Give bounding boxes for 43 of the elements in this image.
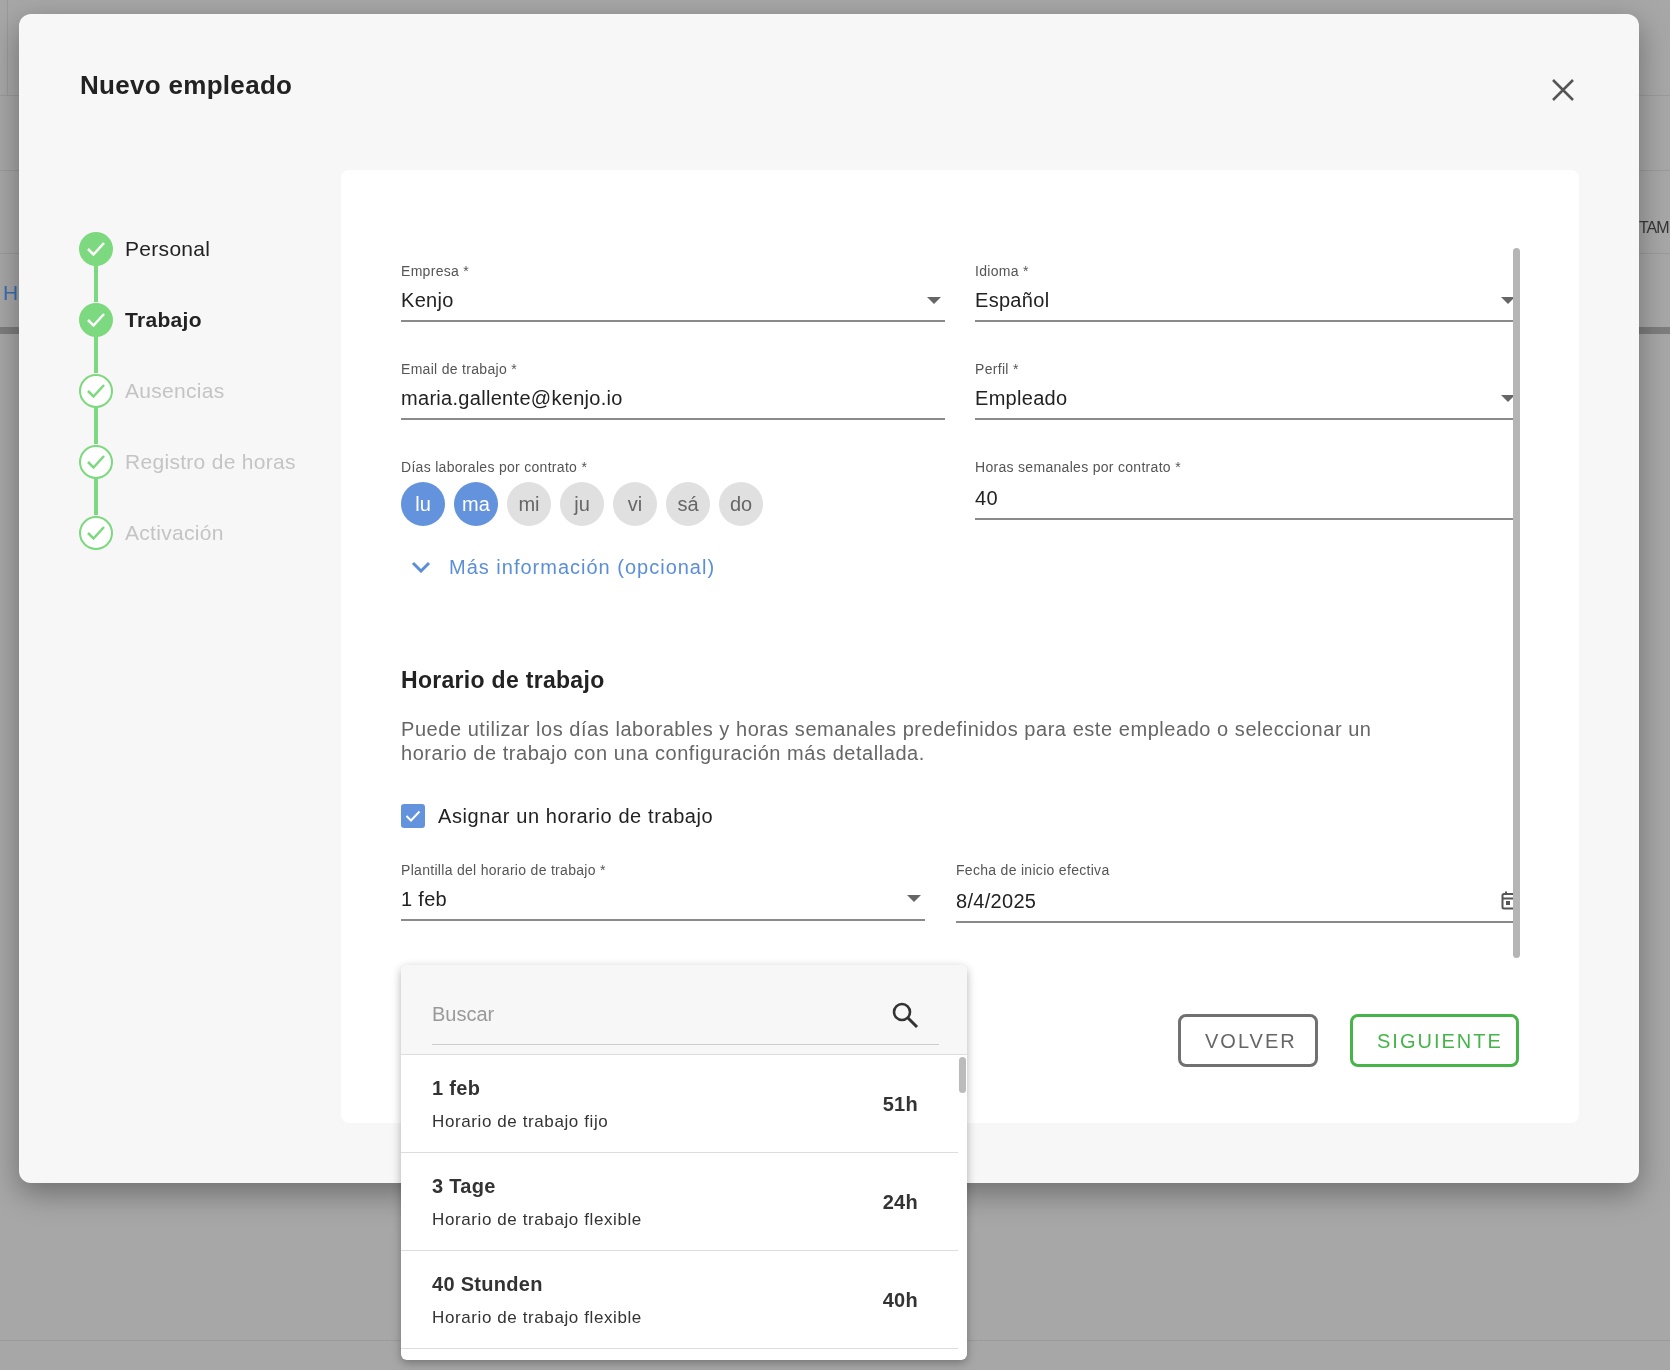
more-info-toggle[interactable]: Más información (opcional) bbox=[401, 552, 716, 582]
check-icon bbox=[405, 809, 421, 822]
select-field[interactable]: Kenjo bbox=[401, 282, 945, 322]
weekday-toggle[interactable]: vi bbox=[613, 482, 657, 526]
search-icon bbox=[891, 1001, 919, 1029]
scrollbar-thumb[interactable] bbox=[959, 1057, 966, 1093]
field-label: Días laborales por contrato * bbox=[401, 458, 589, 476]
weekday-toggle[interactable]: ma bbox=[454, 482, 498, 526]
checkbox[interactable] bbox=[401, 803, 425, 828]
background-text: H bbox=[3, 280, 19, 306]
step-check-icon bbox=[79, 515, 113, 550]
dropdown-option[interactable]: 40 Stunden Horario de trabajo flexible 40h bbox=[401, 1251, 958, 1349]
step-label[interactable]: Trabajo bbox=[125, 303, 202, 336]
weekday-toggle[interactable]: ju bbox=[560, 482, 604, 526]
checkbox-label: Asignar un horario de trabajo bbox=[438, 803, 714, 829]
background-text: TAM bbox=[1639, 218, 1669, 238]
description-text: Puede utilizar los días laborables y horas semanales predefinidos para este empleado o seleccionar un horario de trabajo con una configuración más detallada. bbox=[401, 716, 1373, 765]
dialog-title: Nuevo empleado bbox=[80, 70, 293, 102]
scrollbar-thumb[interactable] bbox=[1513, 248, 1520, 958]
section-title: Horario de trabajo bbox=[401, 667, 606, 695]
field-label: Horas semanales por contrato * bbox=[975, 458, 1182, 476]
field-label: Idioma * bbox=[975, 262, 1030, 280]
search-field[interactable]: Buscar bbox=[432, 985, 939, 1045]
field-label: Email de trabajo * bbox=[401, 360, 518, 378]
dropdown-option[interactable]: 3 Tage Horario de trabajo flexible 24h bbox=[401, 1153, 958, 1251]
back-button[interactable]: VOLVER bbox=[1178, 1014, 1318, 1067]
field-label: Fecha de inicio efectiva bbox=[956, 860, 1111, 879]
select-field[interactable]: 1 feb bbox=[401, 880, 925, 921]
weekday-toggle[interactable]: do bbox=[719, 482, 763, 526]
field-label: Plantilla del horario de trabajo * bbox=[401, 860, 607, 879]
caret-icon bbox=[907, 895, 921, 903]
search-bar[interactable]: Buscar bbox=[401, 965, 967, 1055]
input-field[interactable]: maria.gallente@kenjo.io bbox=[401, 380, 945, 420]
weekday-toggle[interactable]: lu bbox=[401, 482, 445, 526]
chevron-icon bbox=[411, 561, 431, 573]
weekday-toggle[interactable]: sá bbox=[666, 482, 710, 526]
weekday-toggle[interactable]: mi bbox=[507, 482, 551, 526]
dropdown-option[interactable]: 1 feb Horario de trabajo fijo 51h bbox=[401, 1055, 958, 1153]
field-label: Perfil * bbox=[975, 360, 1020, 378]
caret-icon bbox=[927, 296, 941, 304]
close-icon bbox=[1551, 78, 1575, 102]
step-label[interactable]: Personal bbox=[125, 232, 211, 265]
field-label: Empresa * bbox=[401, 262, 471, 280]
